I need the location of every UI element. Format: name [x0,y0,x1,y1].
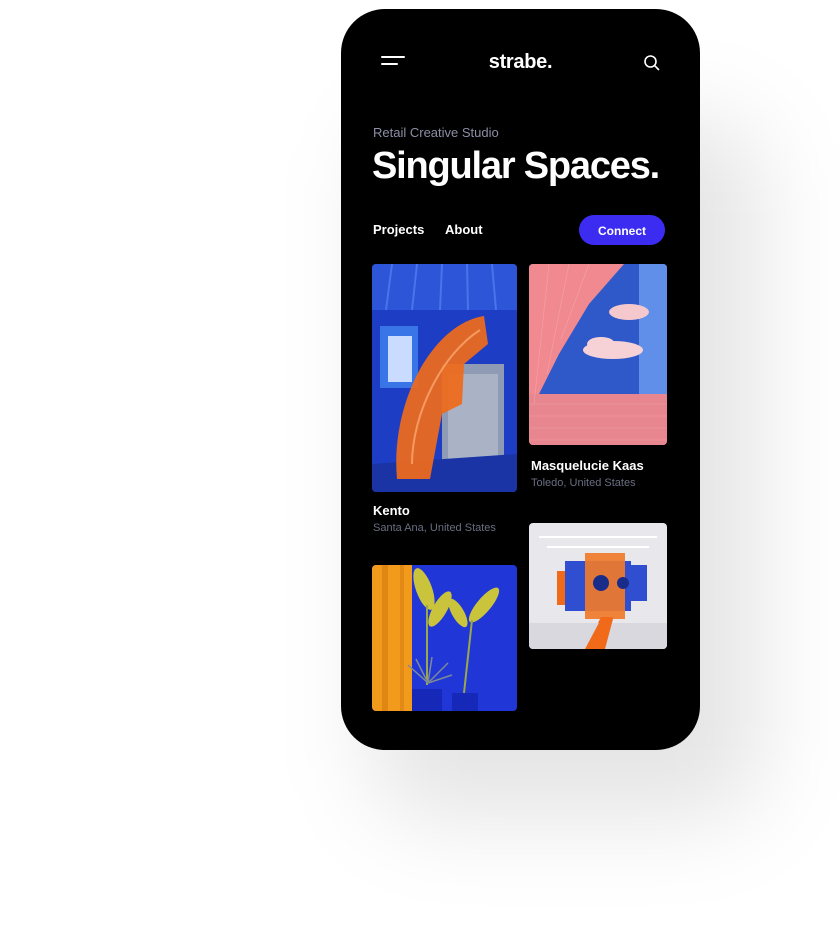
project-location: Toledo, United States [531,477,636,489]
project-name: Masquelucie Kaas [531,458,644,473]
project-card-installation[interactable] [529,523,667,649]
connect-button[interactable]: Connect [579,215,665,245]
project-card-plants[interactable] [372,565,517,711]
project-name: Kento [373,503,410,518]
page-title: Singular Spaces. [372,145,660,187]
project-image-plants [372,565,517,711]
project-card-masquelucie-kaas[interactable] [529,264,667,445]
hero-eyebrow: Retail Creative Studio [373,125,499,140]
phone-screen: strabe. Retail Creative Studio Singular … [341,9,700,750]
project-location: Santa Ana, United States [373,522,496,534]
project-image-masquelucie-kaas [529,264,667,445]
project-image-installation [529,523,667,649]
nav-projects-link[interactable]: Projects [373,222,424,237]
nav-about-link[interactable]: About [445,222,483,237]
project-image-kento [372,264,517,492]
search-icon[interactable] [643,54,661,72]
project-card-kento[interactable] [372,264,517,492]
